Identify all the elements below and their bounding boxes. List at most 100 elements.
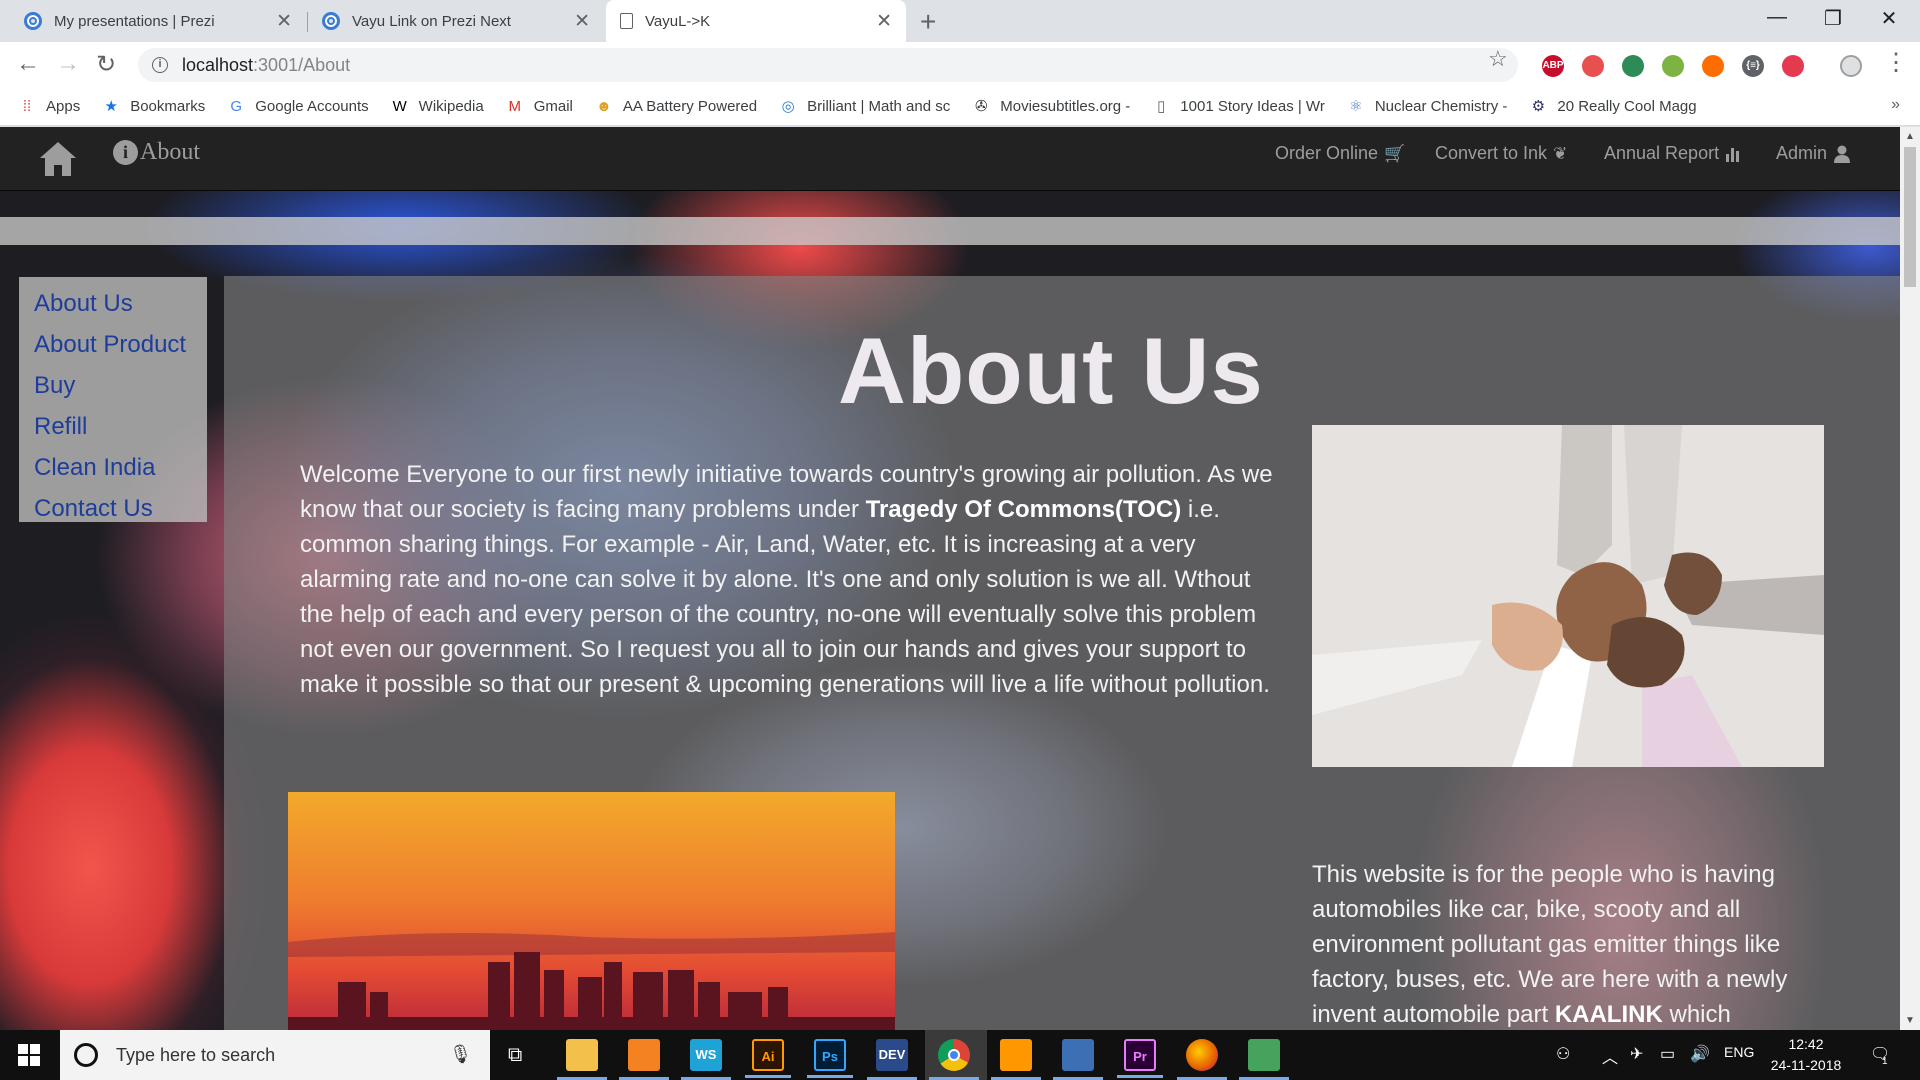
bookmark-star-icon[interactable]: ☆ xyxy=(1488,46,1508,72)
bookmark-item[interactable]: ☻ AA Battery Powered xyxy=(595,98,757,116)
taskbar-search-box[interactable]: Type here to search 🎙 xyxy=(60,1030,490,1080)
scroll-down-arrow-icon[interactable]: ▼ xyxy=(1905,1015,1915,1026)
browser-tab-strip: My presentations | Prezi ✕ Vayu Link on … xyxy=(0,0,1920,42)
vlc-icon[interactable] xyxy=(619,1039,669,1080)
dev-cpp-icon[interactable]: DEV xyxy=(867,1039,917,1080)
subtitles-icon: ✇ xyxy=(974,97,988,115)
check-extension-icon[interactable] xyxy=(1662,55,1684,77)
sidebar-link-clean-india[interactable]: Clean India xyxy=(34,447,207,488)
google-icon: G xyxy=(230,97,243,115)
intro-bold-toc: Tragedy Of Commons(TOC) xyxy=(865,496,1182,523)
bookmark-item[interactable]: ★ Bookmarks xyxy=(102,98,205,116)
sidebar-link-about-product[interactable]: About Product xyxy=(34,324,207,365)
json-viewer-icon[interactable]: {≡} xyxy=(1742,55,1764,77)
bookmark-item[interactable]: ▯ 1001 Story Ideas | Wr xyxy=(1152,98,1325,116)
close-icon[interactable]: ✕ xyxy=(574,10,590,33)
window-close-icon[interactable]: ✕ xyxy=(1866,6,1912,31)
address-bar[interactable]: i localhost:3001/About xyxy=(138,48,1518,82)
cart-icon: 🛒 xyxy=(1384,143,1406,163)
side-menu: About Us About Product Buy Refill Clean … xyxy=(19,277,207,522)
git-icon[interactable] xyxy=(1239,1039,1289,1080)
star-icon: ★ xyxy=(104,97,118,115)
tab-my-presentations[interactable]: My presentations | Prezi ✕ xyxy=(10,0,306,42)
prezi-icon xyxy=(24,12,42,30)
document-icon xyxy=(620,13,633,29)
windows-start-icon[interactable] xyxy=(18,1044,40,1066)
windows-taskbar: Type here to search 🎙 ⧉ WS Ai Ps DEV Pr ⚇ ︿ … xyxy=(0,1030,1920,1080)
taskbar-clock[interactable]: 12:42 24-11-2018 xyxy=(1766,1034,1846,1076)
nav-about-link[interactable]: i About xyxy=(113,139,200,166)
microphone-icon[interactable]: 🎙 xyxy=(449,1044,472,1065)
tab-vayu-link-prezi[interactable]: Vayu Link on Prezi Next ✕ xyxy=(308,0,604,42)
language-indicator[interactable]: ENG xyxy=(1724,1044,1754,1060)
orange-extension-icon[interactable] xyxy=(1702,55,1724,77)
bookmark-label: 20 Really Cool Magg xyxy=(1557,98,1697,115)
clock-date: 24-11-2018 xyxy=(1770,1057,1842,1073)
nav-order-online[interactable]: Order Online 🛒 xyxy=(1275,143,1405,164)
sidebar-link-about-us[interactable]: About Us xyxy=(34,283,207,324)
minimize-icon[interactable]: — xyxy=(1754,6,1800,29)
gear-site-icon: ⚙ xyxy=(1531,97,1546,115)
adblock-plus-icon[interactable]: ABP xyxy=(1542,55,1564,77)
network-globe-icon[interactable] xyxy=(1053,1039,1103,1080)
page-scrollbar[interactable]: ▲ ▼ xyxy=(1900,127,1920,1030)
task-view-icon[interactable]: ⧉ xyxy=(508,1044,522,1067)
bookmarks-list: ⁞⁞ Apps ★ Bookmarks G Google Accounts W Wikiped… xyxy=(18,98,1719,116)
volume-icon[interactable]: 🔊 xyxy=(1690,1044,1710,1064)
info-icon: i xyxy=(113,140,138,165)
gmail-icon: M xyxy=(508,97,521,115)
tray-chevron-up-icon[interactable]: ︿ xyxy=(1602,1044,1618,1068)
scroll-thumb[interactable] xyxy=(1904,147,1916,287)
sidebar-link-refill[interactable]: Refill xyxy=(34,406,207,447)
battery-site-icon: ☻ xyxy=(595,97,612,115)
forward-arrow-icon[interactable]: → xyxy=(56,50,80,78)
bookmark-item[interactable]: ⚛ Nuclear Chemistry - xyxy=(1347,98,1507,116)
sublime-text-icon[interactable] xyxy=(991,1039,1041,1080)
bookmark-item[interactable]: ◎ Brilliant | Math and sc xyxy=(779,98,951,116)
close-icon[interactable]: ✕ xyxy=(276,10,292,33)
network-icon[interactable]: ✈ xyxy=(1630,1044,1643,1064)
bookmark-label: Wikipedia xyxy=(418,98,484,115)
shield-extension-icon[interactable] xyxy=(1782,55,1804,77)
globe-extension-icon[interactable] xyxy=(1622,55,1644,77)
new-tab-plus-icon[interactable]: + xyxy=(920,6,936,38)
bookmark-item[interactable]: G Google Accounts xyxy=(227,98,368,116)
clock-time: 12:42 xyxy=(1788,1036,1824,1052)
scroll-up-arrow-icon[interactable]: ▲ xyxy=(1905,131,1915,142)
restore-icon[interactable]: ❐ xyxy=(1810,6,1856,31)
back-arrow-icon[interactable]: ← xyxy=(16,50,40,78)
sidebar-link-contact-us[interactable]: Contact Us xyxy=(34,488,207,529)
more-bookmarks-icon[interactable]: » xyxy=(1891,96,1900,114)
tab-vayulk[interactable]: VayuL->K ✕ xyxy=(606,0,906,42)
browser-toolbar: ← → ↻ i localhost:3001/About ☆ ABP {≡} ⋮ xyxy=(0,42,1920,88)
reload-icon[interactable]: ↻ xyxy=(96,50,116,79)
nav-annual-report[interactable]: Annual Report xyxy=(1604,143,1741,164)
home-icon[interactable] xyxy=(38,139,78,179)
bookmark-item[interactable]: ⚙ 20 Really Cool Magg xyxy=(1529,97,1697,116)
bookmark-item[interactable]: W Wikipedia xyxy=(391,98,484,116)
bookmark-item[interactable]: M Gmail xyxy=(506,97,572,116)
webstorm-icon[interactable]: WS xyxy=(681,1039,731,1080)
menu-kebab-icon[interactable]: ⋮ xyxy=(1884,48,1908,77)
profile-avatar[interactable] xyxy=(1840,55,1862,77)
file-explorer-icon[interactable] xyxy=(557,1039,607,1080)
photoshop-icon[interactable]: Ps xyxy=(807,1039,853,1078)
chrome-icon[interactable] xyxy=(929,1039,979,1080)
bookmark-item[interactable]: ⁞⁞ Apps xyxy=(18,98,80,116)
firefox-icon[interactable] xyxy=(1177,1039,1227,1080)
battery-icon[interactable]: ▭ xyxy=(1660,1044,1675,1064)
premiere-icon[interactable]: Pr xyxy=(1117,1039,1163,1078)
site-info-icon[interactable]: i xyxy=(152,57,168,73)
sidebar-link-buy[interactable]: Buy xyxy=(34,365,207,406)
people-icon[interactable]: ⚇ xyxy=(1556,1044,1570,1064)
bookmark-item[interactable]: ✇ Moviesubtitles.org - xyxy=(972,98,1130,116)
close-icon[interactable]: ✕ xyxy=(876,10,892,33)
bookmark-label: Google Accounts xyxy=(255,98,369,115)
blocker-icon[interactable] xyxy=(1582,55,1604,77)
illustrator-icon[interactable]: Ai xyxy=(745,1039,791,1078)
notification-count: 1 xyxy=(1882,1056,1888,1067)
nav-convert-to-ink[interactable]: Convert to Ink ❦ xyxy=(1435,143,1567,164)
nav-label: Convert to Ink xyxy=(1435,143,1548,163)
bar-chart-icon xyxy=(1726,147,1740,162)
nav-admin[interactable]: Admin xyxy=(1776,143,1851,164)
